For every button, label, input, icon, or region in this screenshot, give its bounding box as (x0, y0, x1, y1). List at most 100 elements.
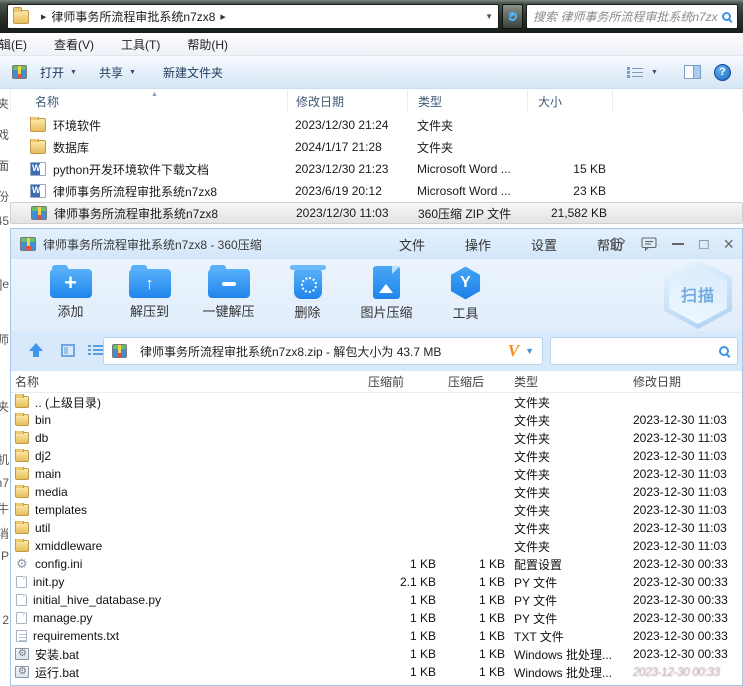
file-type: 配置设置 (514, 557, 563, 572)
maximize-icon[interactable]: □ (699, 236, 708, 253)
file-type: PY 文件 (514, 575, 558, 590)
toolbar-button[interactable]: 删除 (268, 259, 347, 331)
file-name: media (35, 485, 68, 499)
menu-item[interactable]: 文件 (399, 235, 425, 254)
up-directory-icon[interactable] (29, 343, 43, 359)
archive-path-bar[interactable]: 律师事务所流程审批系统n7zx8.zip - 解包大小为 43.7 MB V ▼ (103, 337, 543, 365)
help-button[interactable]: ? (714, 56, 731, 88)
table-row[interactable]: xmiddleware 文件夹 2023-12-30 11:03 (11, 537, 742, 555)
file-date: 2023-12-30 00:33 (633, 593, 728, 607)
table-row[interactable]: 律师事务所流程审批系统n7zx8 2023/6/19 20:12 Microso… (10, 180, 743, 202)
menu-item[interactable]: 工具(T) (121, 36, 160, 53)
menu-item[interactable]: 设置 (531, 235, 557, 254)
table-row[interactable]: config.ini 1 KB 1 KB 配置设置 2023-12-30 00:… (11, 555, 742, 573)
table-row[interactable]: python开发环境软件下载文档 2023/12/30 21:23 Micros… (10, 158, 743, 180)
open-button[interactable]: 打开 ▼ (12, 56, 77, 88)
table-row[interactable]: templates 文件夹 2023-12-30 11:03 (11, 501, 742, 519)
table-row[interactable]: 安装.bat 1 KB 1 KB Windows 批处理... 2023-12-… (11, 645, 742, 663)
table-row[interactable]: util 文件夹 2023-12-30 11:03 (11, 519, 742, 537)
feedback-icon[interactable] (641, 237, 657, 251)
column-header-name[interactable]: 名称 ▲ (11, 90, 288, 113)
menu-item[interactable]: 查看(V) (54, 36, 94, 53)
file-icon (16, 612, 27, 624)
table-row[interactable]: 律师事务所流程审批系统n7zx8 2023/12/30 11:03 360压缩 … (10, 202, 743, 224)
skin-icon[interactable] (609, 237, 626, 251)
file-date: 2023/12/30 21:24 (295, 118, 389, 132)
breadcrumb[interactable]: 律师事务所流程审批系统n7zx8 (51, 8, 215, 25)
menu-item[interactable]: 帮助(H) (187, 36, 228, 53)
table-row[interactable]: requirements.txt 1 KB 1 KB TXT 文件 2023-1… (11, 627, 742, 645)
breadcrumb-arrow-icon[interactable]: ▶ (220, 13, 225, 21)
file-name: 律师事务所流程审批系统n7zx8 (53, 184, 218, 199)
folder-icon (13, 6, 29, 24)
chevron-down-icon: ▼ (651, 68, 658, 76)
column-header-packed[interactable]: 压缩前 (361, 373, 436, 390)
table-row[interactable]: bin 文件夹 2023-12-30 11:03 (11, 411, 742, 429)
explorer-column-headers: 名称 ▲ 修改日期 类型 大小 (10, 90, 743, 113)
column-header-size[interactable]: 大小 (528, 90, 613, 113)
file-type: 文件夹 (514, 521, 551, 536)
view-mode-icon[interactable] (61, 344, 75, 357)
file-date: 2023/12/30 21:23 (295, 162, 389, 176)
file-type: 文件夹 (514, 467, 551, 482)
toolbar-button[interactable]: 工具 (426, 259, 505, 331)
column-header-date[interactable]: 修改日期 (621, 373, 742, 390)
window-title: 律师事务所流程审批系统n7zx8 - 360压缩 (43, 237, 262, 252)
column-header-type[interactable]: 类型 (408, 90, 528, 113)
toolbar-icon (289, 265, 326, 299)
file-name: 数据库 (53, 140, 90, 155)
address-dropdown-icon[interactable]: ▼ (485, 12, 493, 21)
column-header-name[interactable]: 名称 (11, 373, 361, 390)
zip360-window: 律师事务所流程审批系统n7zx8 - 360压缩 文件 操作 设置 帮助 □ ×… (10, 228, 743, 686)
file-type: 文件夹 (417, 140, 454, 155)
change-view-button[interactable]: ▼ (627, 56, 658, 88)
menu-item[interactable]: 操作 (465, 235, 491, 254)
size-after: 1 KB (478, 665, 505, 679)
search-box[interactable]: 搜索 律师事务所流程审批系统n7zx8 (526, 4, 738, 29)
table-row[interactable]: main 文件夹 2023-12-30 11:03 (11, 465, 742, 483)
file-date: 2023/6/19 20:12 (295, 184, 382, 198)
column-header-date[interactable]: 修改日期 (288, 90, 408, 113)
refresh-button[interactable] (502, 4, 523, 29)
file-icon (31, 206, 47, 220)
clipped-text-fragment: 面 (0, 159, 9, 173)
list-mode-icon[interactable] (88, 345, 103, 356)
address-bar[interactable]: ▶ 律师事务所流程审批系统n7zx8 ▶ ▼ (7, 4, 499, 29)
new-folder-button[interactable]: 新建文件夹 (163, 56, 223, 88)
clipped-text-fragment: 夹 (0, 97, 9, 111)
chevron-down-icon[interactable]: ▼ (525, 346, 534, 356)
file-type: 文件夹 (514, 539, 551, 554)
archive-icon (20, 237, 36, 251)
toolbar-button[interactable]: 一键解压 (189, 259, 268, 331)
archive-search-box[interactable] (550, 337, 738, 365)
table-row[interactable]: media 文件夹 2023-12-30 11:03 (11, 483, 742, 501)
preview-pane-button[interactable] (684, 56, 701, 88)
file-type: Microsoft Word ... (417, 184, 511, 198)
table-row[interactable]: init.py 2.1 KB 1 KB PY 文件 2023-12-30 00:… (11, 573, 742, 591)
table-row[interactable]: 运行.bat 1 KB 1 KB Windows 批处理... 2023-12-… (11, 663, 742, 681)
table-row[interactable]: 数据库 2024/1/17 21:28 文件夹 (10, 136, 743, 158)
table-row[interactable]: .. (上级目录) 文件夹 (11, 393, 742, 411)
toolbar-button[interactable]: 图片压缩 (347, 259, 426, 331)
table-row[interactable]: dj2 文件夹 2023-12-30 11:03 (11, 447, 742, 465)
file-date: 2023-12-30 00:33 (632, 665, 721, 679)
file-type: 文件夹 (417, 118, 454, 133)
archive-icon (12, 65, 27, 79)
table-row[interactable]: manage.py 1 KB 1 KB PY 文件 2023-12-30 00:… (11, 609, 742, 627)
table-row[interactable]: 环境软件 2023/12/30 21:24 文件夹 (10, 114, 743, 136)
table-row[interactable]: initial_hive_database.py 1 KB 1 KB PY 文件… (11, 591, 742, 609)
minimize-icon[interactable] (672, 243, 685, 245)
column-header-type[interactable]: 类型 (505, 373, 621, 390)
breadcrumb-arrow-icon: ▶ (41, 13, 47, 21)
file-type: 文件夹 (514, 395, 551, 410)
file-date: 2023-12-30 11:03 (633, 449, 727, 463)
menu-item[interactable]: 编辑(E) (0, 36, 27, 53)
toolbar-button[interactable]: 添加 (31, 259, 110, 331)
search-input[interactable]: 搜索 律师事务所流程审批系统n7zx8 (533, 8, 718, 25)
share-button[interactable]: 共享 ▼ (99, 56, 136, 88)
zip360-toolbar: 添加 解压到 一键解压 删除 图 (11, 259, 742, 331)
close-icon[interactable]: × (723, 235, 734, 253)
table-row[interactable]: db 文件夹 2023-12-30 11:03 (11, 429, 742, 447)
toolbar-button[interactable]: 解压到 (110, 259, 189, 331)
column-header-unpacked[interactable]: 压缩后 (436, 373, 505, 390)
